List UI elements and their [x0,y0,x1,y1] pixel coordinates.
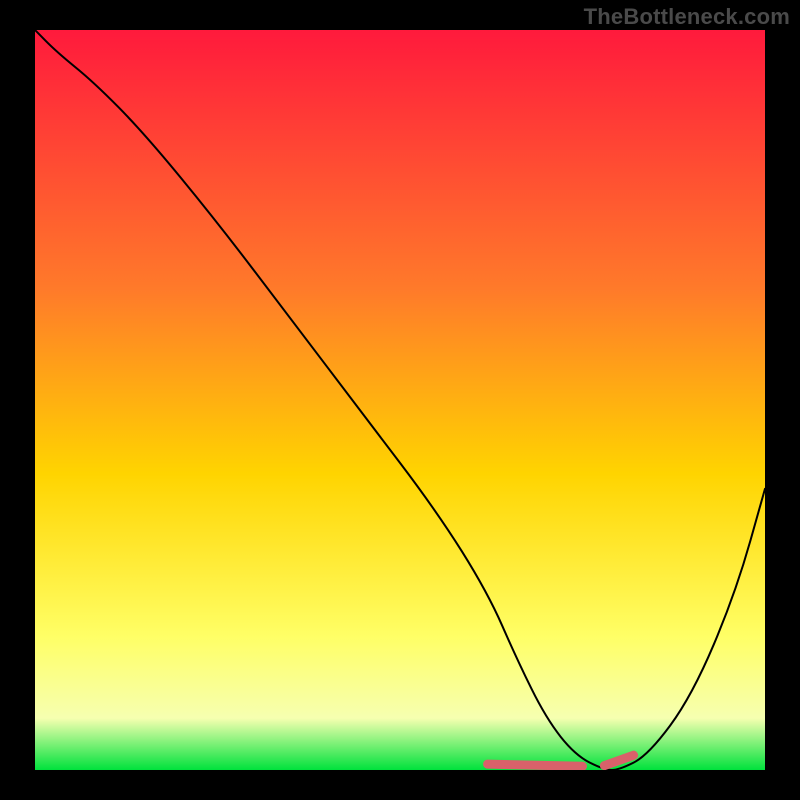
bottleneck-chart [35,30,765,770]
chart-frame: TheBottleneck.com [0,0,800,800]
watermark-text: TheBottleneck.com [584,4,790,30]
plot-area [35,30,765,770]
gradient-background [35,30,765,770]
flat-segment-left [488,764,583,766]
